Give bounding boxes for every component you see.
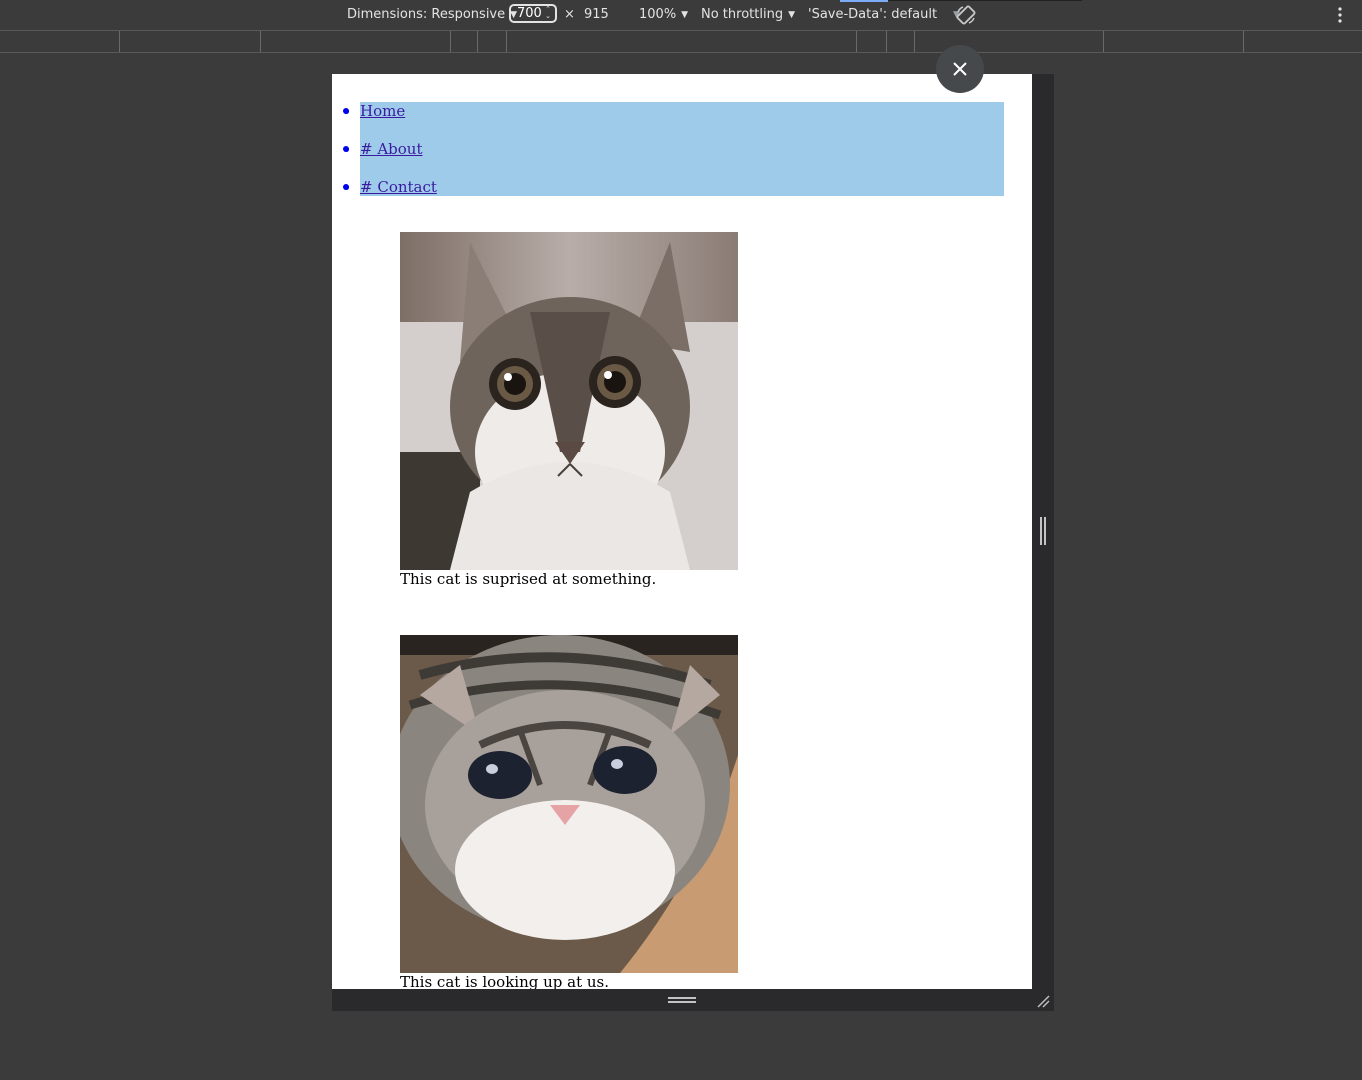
close-icon: [953, 62, 967, 76]
bottom-resize-handle[interactable]: [332, 989, 1054, 1011]
nav-list: Home # About # Contact: [342, 101, 1004, 197]
nav-item-about: # About: [343, 139, 423, 159]
cat-figure-1: This cat is suprised at something.: [400, 232, 738, 588]
ruler-divider: [450, 31, 451, 52]
ruler-divider: [506, 31, 507, 52]
nav-link-about[interactable]: # About: [360, 140, 423, 158]
dimensions-dropdown[interactable]: Dimensions: Responsive ▼: [347, 7, 517, 22]
surprised-cat-photo: [400, 232, 738, 570]
rotate-icon[interactable]: [955, 4, 977, 26]
throttling-label: No throttling: [701, 7, 784, 22]
throttling-dropdown[interactable]: No throttling ▼: [701, 7, 795, 22]
cat-caption-2: This cat is looking up at us.: [400, 973, 610, 989]
ruler-divider: [119, 31, 120, 52]
cat-figure-2: This cat is looking up at us.: [400, 635, 738, 989]
width-value: 700: [517, 6, 542, 21]
nav-item-contact: # Contact: [343, 177, 437, 197]
ruler-divider: [914, 31, 915, 52]
chevron-down-icon: ▼: [788, 10, 795, 20]
zoom-dropdown[interactable]: 100% ▼: [639, 7, 688, 22]
width-input[interactable]: 700 ⌃ ⌄: [509, 4, 557, 23]
toolbar-top-line: [888, 0, 1082, 1]
chevron-down-icon: ▼: [681, 10, 689, 20]
height-input[interactable]: 915: [584, 7, 609, 22]
ruler-divider: [1243, 31, 1244, 52]
nav-link-home[interactable]: Home: [360, 102, 405, 120]
horizontal-grip-icon: [668, 997, 696, 1003]
save-data-label: 'Save-Data': default: [808, 7, 938, 22]
device-viewport: Home # About # Contact: [332, 74, 1032, 989]
vertical-grip-icon: [1040, 517, 1046, 545]
media-query-bar[interactable]: [0, 30, 1362, 53]
toolbar-accent-line: [840, 0, 888, 2]
save-data-dropdown[interactable]: 'Save-Data': default ▼: [808, 7, 960, 22]
ruler-divider: [886, 31, 887, 52]
more-options-icon[interactable]: [1334, 6, 1346, 24]
right-resize-handle[interactable]: [1032, 74, 1054, 989]
ruler-divider: [260, 31, 261, 52]
ruler-divider: [477, 31, 478, 52]
looking-up-cat-photo: [400, 635, 738, 973]
times-symbol: ×: [564, 7, 575, 22]
resize-corner-icon[interactable]: [1036, 994, 1050, 1008]
close-button[interactable]: [936, 45, 984, 93]
ruler-divider: [856, 31, 857, 52]
cat-caption-1: This cat is suprised at something.: [400, 570, 657, 588]
zoom-label: 100%: [639, 7, 677, 22]
ruler-divider: [1103, 31, 1104, 52]
device-toolbar: Dimensions: Responsive ▼ 700 ⌃ ⌄ × 915 100…: [0, 0, 1362, 30]
nav-link-contact[interactable]: # Contact: [360, 178, 437, 196]
nav-item-home: Home: [342, 101, 405, 121]
dimensions-label: Dimensions: Responsive: [347, 7, 506, 22]
spinner-icon[interactable]: ⌃ ⌄: [545, 6, 551, 20]
